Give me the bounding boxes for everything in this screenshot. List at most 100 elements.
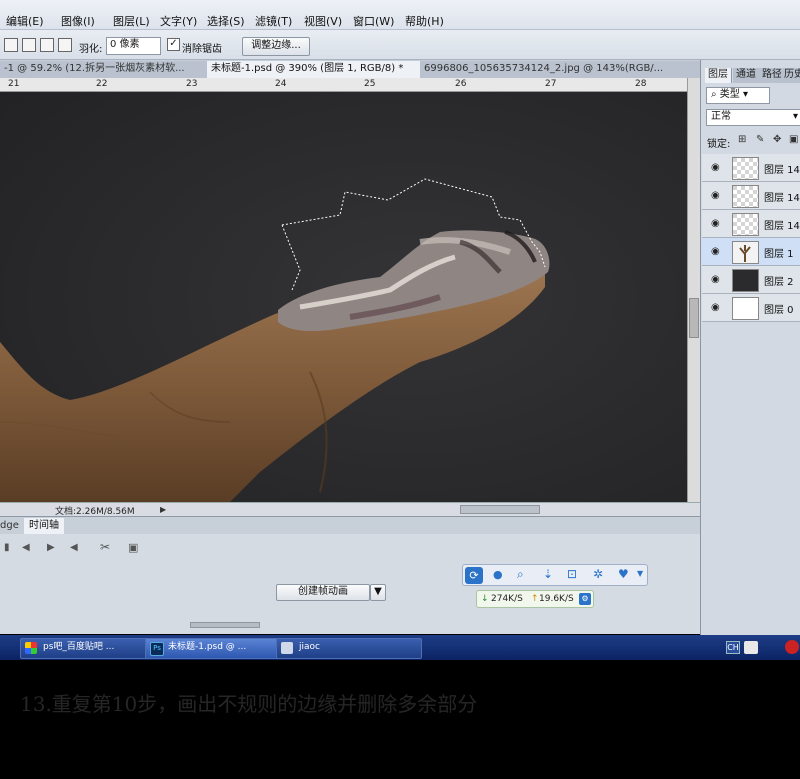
up-arrow-icon: ↑: [531, 594, 539, 604]
settings-icon[interactable]: ⚙: [579, 593, 591, 605]
horizontal-scroll-thumb[interactable]: [460, 505, 540, 514]
antialias-label: 消除锯齿: [182, 44, 222, 55]
layer-name: 图层 0: [764, 305, 794, 316]
timeline-header: dge 时间轴: [0, 516, 700, 534]
pin-icon[interactable]: ♥: [618, 567, 629, 581]
create-frame-animation-button[interactable]: 创建帧动画: [276, 584, 370, 601]
vertical-scroll-thumb[interactable]: [689, 298, 699, 338]
layers-panel: 图层 通道 路径 历史 ⌕ 类型 ▾ 正常 ▾ 锁定: ⊞ ✎ ✥ ▣ ◉ 图层 …: [700, 60, 800, 635]
horizontal-ruler: 21 22 23 24 25 26 27 28: [0, 78, 690, 92]
layer-name: 图层 14: [764, 165, 800, 176]
tab-document-1[interactable]: -1 @ 59.2% (12.拆另一张烟灰素材软...: [0, 61, 211, 78]
scissors-icon[interactable]: ✂: [100, 540, 110, 554]
visibility-eye-icon[interactable]: ◉: [711, 218, 720, 229]
tray-app-icon[interactable]: [785, 640, 799, 654]
taskbar-item-browser[interactable]: ps吧_百度贴吧 ...: [20, 638, 162, 659]
lock-icon[interactable]: ⊡: [567, 567, 577, 581]
visibility-eye-icon[interactable]: ◉: [711, 302, 720, 313]
layer-row[interactable]: ◉ 图层 14: [702, 182, 800, 210]
blend-mode-value: 正常: [711, 111, 731, 122]
language-indicator[interactable]: CH: [726, 641, 740, 654]
image-canvas[interactable]: [0, 92, 687, 502]
ruler-tick: 23: [186, 79, 198, 89]
layer-row[interactable]: ◉ 图层 14: [702, 154, 800, 182]
taskbar-item-label: jiaoc: [299, 642, 320, 652]
visibility-eye-icon[interactable]: ◉: [711, 246, 720, 257]
menu-window[interactable]: 窗口(W): [353, 13, 394, 29]
menu-layer[interactable]: 图层(L): [113, 13, 150, 29]
rewind-icon[interactable]: ◀: [70, 542, 78, 553]
windows-taskbar: ps吧_百度贴吧 ... Ps 未标题-1.psd @ ... jiaoc CH: [0, 635, 800, 660]
menu-help[interactable]: 帮助(H): [405, 13, 444, 29]
ruler-tick: 21: [8, 79, 20, 89]
menu-filter[interactable]: 滤镜(T): [255, 13, 292, 29]
canvas-artwork: [0, 92, 687, 502]
subtract-selection-icon[interactable]: [40, 38, 54, 52]
tool-icon[interactable]: ✲: [593, 567, 603, 581]
lock-all-icon[interactable]: ▣: [789, 134, 798, 145]
visibility-eye-icon[interactable]: ◉: [711, 274, 720, 285]
photoshop-icon: Ps: [150, 642, 164, 656]
tab-document-2[interactable]: 未标题-1.psd @ 390% (图层 1, RGB/8) *: [207, 61, 424, 78]
layer-thumbnail: [732, 213, 759, 236]
transition-icon[interactable]: ▣: [128, 541, 138, 554]
taskbar-item-photoshop[interactable]: Ps 未标题-1.psd @ ...: [145, 638, 293, 659]
filter-search-icon: ⌕: [711, 89, 720, 100]
search-icon[interactable]: ⌕: [517, 567, 524, 582]
play-icon[interactable]: ▮: [4, 542, 10, 553]
new-selection-icon[interactable]: [4, 38, 18, 52]
tab-timeline[interactable]: 时间轴: [24, 518, 64, 534]
tutorial-caption: 13.重复第10步，画出不规则的边缘并删除多余部分: [20, 692, 478, 716]
layer-name: 图层 2: [764, 277, 794, 288]
blend-mode-select[interactable]: 正常 ▾: [706, 109, 800, 126]
download-icon[interactable]: ⇣: [543, 567, 553, 581]
floating-toolbar: ⟳ ● ⌕ ⇣ ⊡ ✲ ♥ ▼: [462, 564, 648, 586]
document-tabs: -1 @ 59.2% (12.拆另一张烟灰素材软... 未标题-1.psd @ …: [0, 60, 705, 78]
tab-channels[interactable]: 通道: [733, 68, 760, 83]
add-selection-icon[interactable]: [22, 38, 36, 52]
layer-row[interactable]: ◉ 图层 0: [702, 294, 800, 322]
more-icon[interactable]: ▼: [637, 569, 643, 578]
antialias-checkbox[interactable]: ✓: [167, 38, 180, 51]
tab-history[interactable]: 历史: [781, 68, 800, 83]
layer-row[interactable]: ◉ 图层 14: [702, 210, 800, 238]
menu-edit[interactable]: 编辑(E): [6, 13, 44, 29]
menu-image[interactable]: 图像(I): [61, 13, 95, 29]
layer-row-selected[interactable]: ◉ 图层 1: [702, 238, 800, 266]
taskbar-item-folder[interactable]: jiaoc: [276, 638, 422, 659]
visibility-eye-icon[interactable]: ◉: [711, 190, 720, 201]
lock-transparent-icon[interactable]: ⊞: [738, 134, 746, 145]
feather-input[interactable]: 0 像素: [106, 37, 161, 55]
layer-row[interactable]: ◉ 图层 2: [702, 266, 800, 294]
timeline-scroll-thumb[interactable]: [190, 622, 260, 628]
intersect-selection-icon[interactable]: [58, 38, 72, 52]
layer-thumbnail: [732, 269, 759, 292]
status-bar: 文档:2.26M/8.56M ▶: [0, 502, 700, 517]
refine-edge-button[interactable]: 调整边缘...: [242, 37, 310, 56]
status-arrow-icon[interactable]: ▶: [160, 505, 166, 514]
visibility-eye-icon[interactable]: ◉: [711, 162, 720, 173]
ruler-tick: 28: [635, 79, 647, 89]
tab-bridge[interactable]: dge: [0, 520, 19, 531]
dropdown-arrow-icon[interactable]: ▼: [370, 584, 386, 601]
next-frame-icon[interactable]: ▶: [47, 542, 55, 553]
menu-bar: 编辑(E) 图像(I) 图层(L) 文字(Y) 选择(S) 滤镜(T) 视图(V…: [0, 0, 800, 30]
vertical-scrollbar[interactable]: [687, 78, 700, 516]
menu-view[interactable]: 视图(V): [304, 13, 342, 29]
folder-icon: [281, 642, 293, 654]
tab-layers[interactable]: 图层: [705, 68, 732, 83]
taskbar-item-label: ps吧_百度贴吧 ...: [43, 642, 115, 652]
menu-select[interactable]: 选择(S): [207, 13, 245, 29]
tree-thumbnail-icon: [739, 245, 751, 262]
ruler-tick: 25: [364, 79, 376, 89]
refresh-icon[interactable]: ⟳: [465, 567, 483, 584]
user-icon[interactable]: ●: [493, 568, 503, 581]
layer-filter-select[interactable]: ⌕ 类型 ▾: [706, 87, 770, 104]
prev-frame-icon[interactable]: ◀: [22, 542, 30, 553]
ime-icon[interactable]: [744, 641, 758, 654]
tab-document-3[interactable]: 6996806_105635734124_2.jpg @ 143%(RGB/..…: [420, 61, 705, 78]
layer-name: 图层 14: [764, 193, 800, 204]
lock-pixels-icon[interactable]: ✎: [756, 134, 764, 145]
menu-type[interactable]: 文字(Y): [160, 13, 197, 29]
lock-position-icon[interactable]: ✥: [773, 134, 781, 145]
